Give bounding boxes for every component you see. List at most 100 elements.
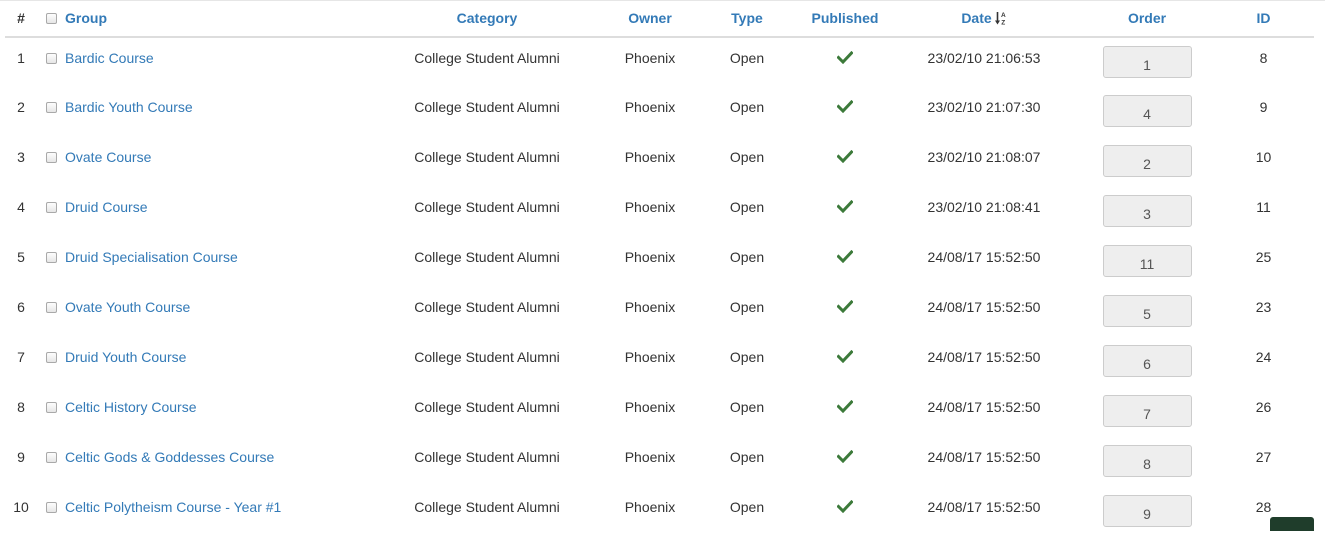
row-checkbox[interactable]	[45, 252, 57, 263]
order-input[interactable]: 9	[1102, 495, 1192, 527]
order-input[interactable]: 11	[1102, 245, 1192, 277]
order-input[interactable]: 2	[1102, 145, 1192, 177]
group-link[interactable]: Ovate Youth Course	[65, 299, 190, 315]
type-cell: Open	[729, 249, 765, 265]
order-input[interactable]: 8	[1102, 445, 1192, 477]
order-input[interactable]: 7	[1102, 395, 1192, 427]
table-body: 1 Bardic Course College Student Alumni Phoe…	[5, 37, 1314, 537]
svg-text:Z: Z	[1001, 20, 1005, 27]
id-cell: 27	[1255, 449, 1272, 465]
order-input[interactable]: 5	[1102, 295, 1192, 327]
row-checkbox[interactable]	[45, 102, 57, 113]
type-cell: Open	[729, 349, 765, 365]
header-category[interactable]: Category	[365, 0, 609, 38]
category-cell: College Student Alumni	[414, 199, 560, 215]
order-input[interactable]: 6	[1102, 345, 1192, 377]
order-cell: 6	[1081, 337, 1213, 387]
check-icon[interactable]	[836, 349, 854, 364]
row-checkbox[interactable]	[45, 352, 57, 363]
header-id[interactable]: ID	[1213, 0, 1314, 38]
group-cell: Bardic Youth Course	[65, 87, 365, 137]
row-checkbox-cell	[37, 87, 65, 137]
published-cell	[803, 287, 887, 337]
check-icon[interactable]	[836, 499, 854, 514]
order-input[interactable]: 1	[1102, 46, 1192, 78]
date-cell: 23/02/10 21:07:30	[927, 99, 1041, 115]
date-cell: 24/08/17 15:52:50	[927, 249, 1041, 265]
date-cell: 24/08/17 15:52:50	[927, 499, 1041, 515]
order-cell: 1	[1081, 37, 1213, 87]
row-checkbox[interactable]	[45, 452, 57, 463]
id-cell: 23	[1255, 299, 1272, 315]
check-icon[interactable]	[836, 50, 854, 65]
check-icon[interactable]	[836, 399, 854, 414]
id-cell: 25	[1255, 249, 1272, 265]
order-cell: 7	[1081, 387, 1213, 437]
header-owner[interactable]: Owner	[609, 0, 691, 38]
header-order[interactable]: Order	[1081, 0, 1213, 38]
owner-cell: Phoenix	[624, 399, 676, 415]
row-checkbox-cell	[37, 337, 65, 387]
group-link[interactable]: Druid Youth Course	[65, 349, 186, 365]
check-icon[interactable]	[836, 299, 854, 314]
category-cell: College Student Alumni	[414, 349, 560, 365]
sort-alpha-asc-icon: A Z	[994, 12, 1006, 27]
check-icon[interactable]	[836, 249, 854, 264]
group-link[interactable]: Bardic Course	[65, 50, 154, 66]
header-type[interactable]: Type	[691, 0, 803, 38]
header-date-cell[interactable]: Date A Z	[887, 0, 1081, 38]
row-checkbox[interactable]	[45, 302, 57, 313]
header-date[interactable]: Date	[961, 10, 991, 26]
order-cell: 4	[1081, 87, 1213, 137]
published-cell	[803, 437, 887, 487]
row-number: 4	[17, 199, 25, 215]
owner-cell: Phoenix	[624, 149, 676, 165]
check-icon[interactable]	[836, 99, 854, 114]
header-group[interactable]: Group	[65, 0, 365, 38]
order-cell: 8	[1081, 437, 1213, 487]
header-published[interactable]: Published	[803, 0, 887, 38]
row-checkbox-cell	[37, 387, 65, 437]
owner-cell: Phoenix	[624, 299, 676, 315]
order-cell: 3	[1081, 187, 1213, 237]
group-link[interactable]: Ovate Course	[65, 149, 151, 165]
check-icon[interactable]	[836, 149, 854, 164]
row-number: 10	[13, 499, 29, 515]
type-cell: Open	[729, 199, 765, 215]
owner-cell: Phoenix	[624, 449, 676, 465]
row-checkbox[interactable]	[45, 53, 57, 64]
date-cell: 24/08/17 15:52:50	[927, 349, 1041, 365]
check-icon[interactable]	[836, 199, 854, 214]
header-num: #	[5, 0, 37, 38]
group-link[interactable]: Celtic Gods & Goddesses Course	[65, 449, 274, 465]
group-link[interactable]: Celtic Polytheism Course - Year #1	[65, 499, 281, 515]
row-number: 3	[17, 149, 25, 165]
table-row: 2 Bardic Youth Course College Student Alum…	[5, 87, 1314, 137]
published-cell	[803, 487, 887, 537]
group-link[interactable]: Celtic History Course	[65, 399, 196, 415]
row-number: 2	[17, 99, 25, 115]
check-icon[interactable]	[836, 449, 854, 464]
category-cell: College Student Alumni	[414, 449, 560, 465]
group-link[interactable]: Druid Course	[65, 199, 147, 215]
table-row: 9 Celtic Gods & Goddesses Course College S…	[5, 437, 1314, 487]
table-row: 4 Druid Course College Student Alumni Phoen…	[5, 187, 1314, 237]
date-cell: 23/02/10 21:08:41	[927, 199, 1041, 215]
select-all-checkbox[interactable]	[45, 13, 57, 24]
row-checkbox[interactable]	[45, 502, 57, 513]
id-cell: 24	[1255, 349, 1272, 365]
group-link[interactable]: Druid Specialisation Course	[65, 249, 238, 265]
order-input[interactable]: 4	[1102, 95, 1192, 127]
order-input[interactable]: 3	[1102, 195, 1192, 227]
row-checkbox-cell	[37, 187, 65, 237]
row-checkbox-cell	[37, 487, 65, 537]
row-checkbox[interactable]	[45, 152, 57, 163]
date-cell: 24/08/17 15:52:50	[927, 299, 1041, 315]
group-link[interactable]: Bardic Youth Course	[65, 99, 193, 115]
row-checkbox[interactable]	[45, 402, 57, 413]
order-cell: 5	[1081, 287, 1213, 337]
id-cell: 8	[1259, 50, 1268, 66]
group-cell: Celtic Gods & Goddesses Course	[65, 437, 365, 487]
scroll-top-button[interactable]	[1270, 517, 1314, 531]
row-checkbox[interactable]	[45, 202, 57, 213]
